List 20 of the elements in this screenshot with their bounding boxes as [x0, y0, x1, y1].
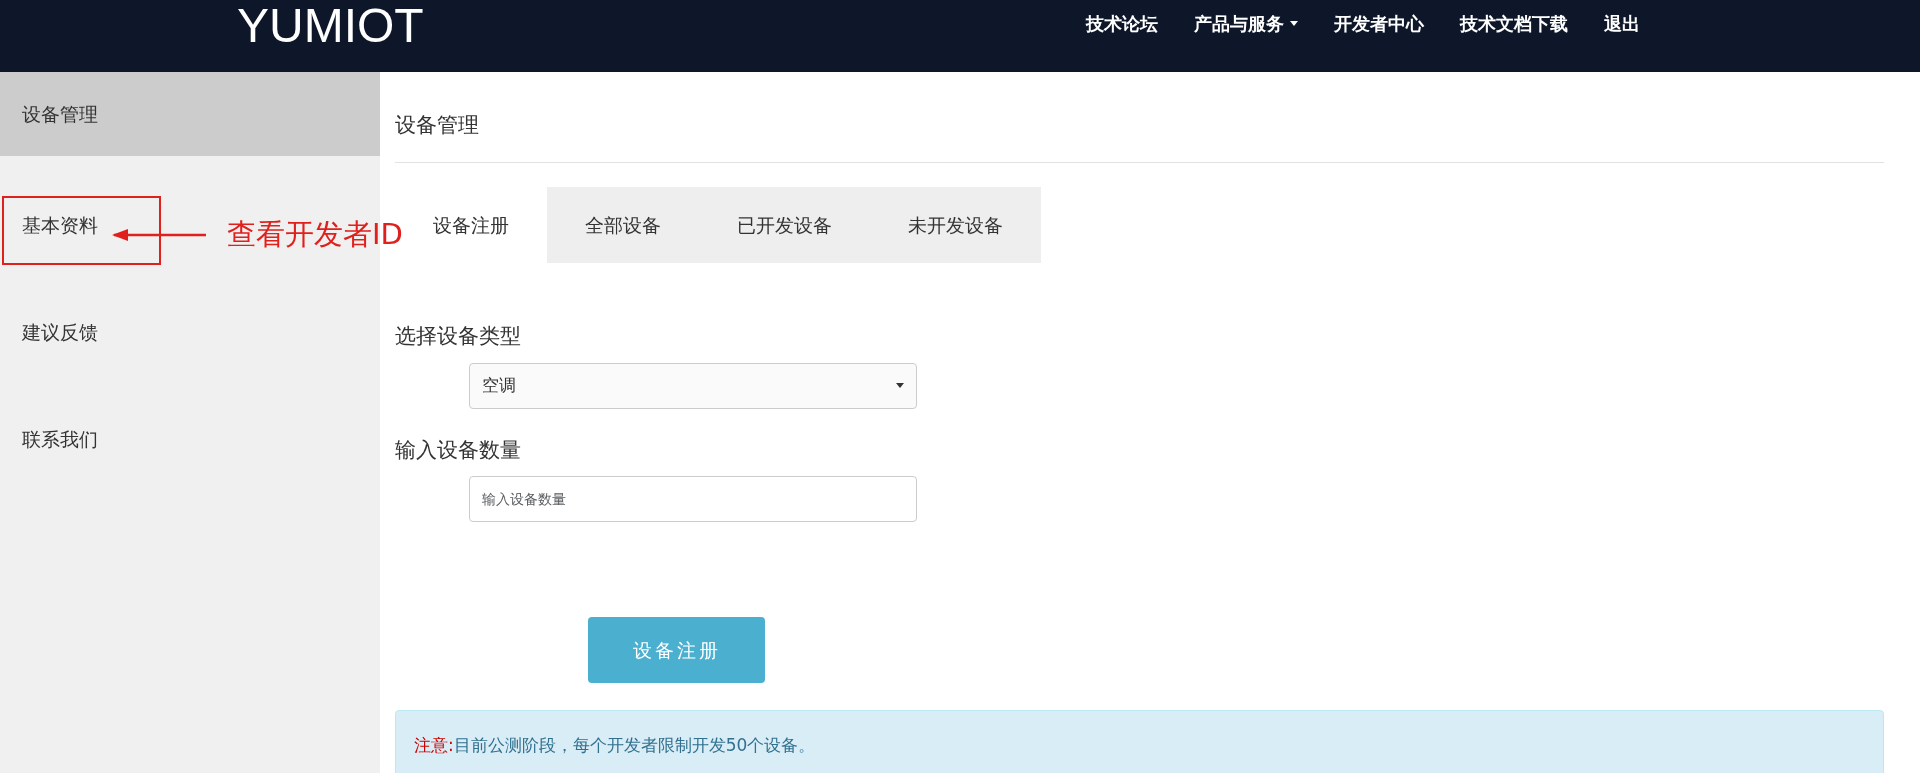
nav-link[interactable]: 开发者中心 — [1316, 0, 1442, 47]
page-title: 设备管理 — [395, 110, 1884, 163]
nav-link[interactable]: 技术论坛 — [1068, 0, 1176, 47]
device-type-select[interactable]: 空调 — [469, 362, 917, 409]
nav-link[interactable]: 退出 — [1586, 0, 1658, 47]
field-label: 输入设备数量 — [395, 436, 522, 464]
sidebar-item[interactable]: 基本资料 — [0, 156, 120, 263]
sidebar-item[interactable]: 联系我们 — [0, 370, 120, 477]
caret-icon — [896, 383, 904, 388]
device-count-input[interactable]: 输入设备数量 — [469, 476, 917, 522]
brand-logo[interactable]: YUMIOT — [237, 0, 424, 52]
field-label: 选择设备类型 — [395, 323, 522, 350]
notice-alert: 注意:目前公测阶段，每个开发者限制开发50个设备。 — [395, 710, 1884, 773]
sidebar-item[interactable]: 设备管理 — [0, 72, 380, 156]
nav-link[interactable]: 产品与服务 — [1176, 0, 1316, 47]
nav-link[interactable]: 技术文档下载 — [1442, 0, 1586, 47]
tab[interactable]: 已开发设备 — [699, 186, 870, 263]
tab[interactable]: 全部设备 — [547, 186, 699, 263]
sidebar-item[interactable]: 建议反馈 — [0, 263, 120, 370]
tab[interactable]: 未开发设备 — [870, 186, 1041, 263]
